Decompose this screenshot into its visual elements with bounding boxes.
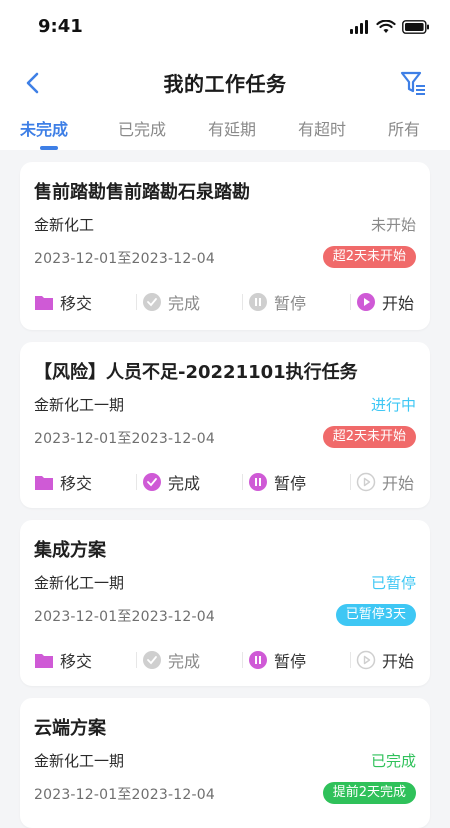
complete-label: 完成 <box>168 652 201 671</box>
divider <box>242 652 243 668</box>
start-button[interactable]: 开始 <box>356 646 414 674</box>
pause-button[interactable]: 暂停 <box>248 288 306 316</box>
start-button[interactable]: 开始 <box>356 288 414 316</box>
tab-incomplete[interactable]: 未完成 <box>20 116 68 140</box>
play-circle-icon <box>356 472 376 492</box>
start-label: 开始 <box>382 294 415 313</box>
start-label: 开始 <box>382 474 415 493</box>
pause-label: 暂停 <box>274 474 307 493</box>
task-org: 金新化工一期 <box>34 574 125 592</box>
task-badge: 超2天未开始 <box>322 246 416 268</box>
task-org: 金新化工一期 <box>34 396 125 414</box>
page-title: 我的工作任务 <box>163 72 287 96</box>
divider <box>242 294 243 310</box>
transfer-button[interactable]: 移交 <box>34 288 92 316</box>
task-status: 已完成 <box>370 752 416 770</box>
tab-indicator <box>40 146 58 150</box>
task-status: 进行中 <box>370 396 416 414</box>
divider <box>350 294 351 310</box>
task-badge: 已暂停3天 <box>335 604 416 626</box>
tab-delayed[interactable]: 有延期 <box>208 116 256 140</box>
task-actions: 移交 完成 暂停 开始 <box>20 288 430 316</box>
complete-label: 完成 <box>168 474 201 493</box>
wifi-icon <box>376 20 396 33</box>
task-title: 云端方案 <box>34 718 106 739</box>
folder-icon <box>35 476 53 490</box>
pause-button[interactable]: 暂停 <box>248 646 306 674</box>
task-date-range: 2023-12-01至2023-12-04 <box>34 787 215 803</box>
task-title: 售前踏勘售前踏勘石泉踏勘 <box>34 182 250 203</box>
pause-circle-icon <box>249 293 267 311</box>
status-time: 9:41 <box>38 16 83 37</box>
filter-icon[interactable] <box>398 68 428 98</box>
transfer-label: 移交 <box>60 652 93 671</box>
complete-button[interactable]: 完成 <box>142 646 200 674</box>
play-circle-icon <box>356 650 376 670</box>
complete-label: 完成 <box>168 294 201 313</box>
folder-icon <box>35 296 53 310</box>
task-title: 【风险】人员不足-20221101执行任务 <box>34 362 358 383</box>
task-org: 金新化工 <box>34 216 95 234</box>
pause-label: 暂停 <box>274 294 307 313</box>
task-card[interactable]: 售前踏勘售前踏勘石泉踏勘 金新化工 未开始 2023-12-01至2023-12… <box>20 162 430 330</box>
transfer-label: 移交 <box>60 294 93 313</box>
pause-button[interactable]: 暂停 <box>248 468 306 496</box>
task-title: 集成方案 <box>34 540 106 561</box>
play-circle-icon <box>357 293 375 311</box>
status-bar: 9:41 <box>0 0 450 56</box>
task-actions: 移交 完成 暂停 开始 <box>20 468 430 496</box>
start-label: 开始 <box>382 652 415 671</box>
system-icons <box>350 16 430 38</box>
task-status: 已暂停 <box>370 574 416 592</box>
task-badge: 提前2天完成 <box>322 782 416 804</box>
task-org: 金新化工一期 <box>34 752 125 770</box>
divider <box>136 652 137 668</box>
task-date-range: 2023-12-01至2023-12-04 <box>34 609 215 625</box>
transfer-button[interactable]: 移交 <box>34 646 92 674</box>
task-status: 未开始 <box>370 216 416 234</box>
pause-circle-icon <box>249 473 267 491</box>
check-circle-icon <box>143 473 161 491</box>
pause-circle-icon <box>249 651 267 669</box>
complete-button[interactable]: 完成 <box>142 468 200 496</box>
check-circle-icon <box>143 651 161 669</box>
divider <box>350 652 351 668</box>
task-actions: 移交 完成 暂停 开始 <box>20 646 430 674</box>
task-badge: 超2天未开始 <box>322 426 416 448</box>
start-button[interactable]: 开始 <box>356 468 414 496</box>
check-circle-icon <box>143 293 161 311</box>
task-card[interactable]: 【风险】人员不足-20221101执行任务 金新化工一期 进行中 2023-12… <box>20 342 430 508</box>
tab-completed[interactable]: 已完成 <box>118 116 166 140</box>
signal-icon <box>350 20 368 34</box>
tab-bar: 未完成 已完成 有延期 有超时 所有 <box>0 108 450 150</box>
task-date-range: 2023-12-01至2023-12-04 <box>34 431 215 447</box>
transfer-button[interactable]: 移交 <box>34 468 92 496</box>
tab-overtime[interactable]: 有超时 <box>298 116 346 140</box>
divider <box>242 474 243 490</box>
nav-bar: 我的工作任务 <box>0 56 450 108</box>
battery-icon <box>402 20 429 34</box>
task-date-range: 2023-12-01至2023-12-04 <box>34 251 215 267</box>
pause-label: 暂停 <box>274 652 307 671</box>
folder-icon <box>35 654 53 668</box>
divider <box>350 474 351 490</box>
divider <box>136 294 137 310</box>
divider <box>136 474 137 490</box>
tab-all[interactable]: 所有 <box>388 116 420 140</box>
complete-button[interactable]: 完成 <box>142 288 200 316</box>
header: 9:41 我的工作任务 未完成 已完成 有延期 有超时 所有 <box>0 0 450 150</box>
transfer-label: 移交 <box>60 474 93 493</box>
task-card[interactable]: 集成方案 金新化工一期 已暂停 2023-12-01至2023-12-04 已暂… <box>20 520 430 686</box>
task-card[interactable]: 云端方案 金新化工一期 已完成 2023-12-01至2023-12-04 提前… <box>20 698 430 828</box>
